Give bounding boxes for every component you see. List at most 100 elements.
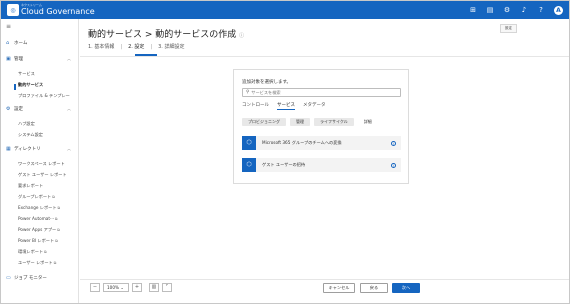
cancel-button[interactable]: キャンセル	[323, 283, 355, 293]
cube-icon: ⬡	[242, 136, 256, 150]
sidebar-item-label: 環境レポート	[18, 249, 44, 254]
filter-management[interactable]: 管理	[290, 118, 310, 126]
sidebar-item-label: ディレクトリ	[14, 147, 41, 152]
service-label: ゲスト ユーザーの招待	[262, 162, 306, 167]
service-item[interactable]: ⬡ ゲスト ユーザーの招待 i	[242, 158, 401, 172]
sidebar-item-environment-report[interactable]: 環境レポート⧉	[18, 248, 47, 255]
info-icon[interactable]: i	[391, 140, 396, 146]
zoom-select[interactable]: 100% ⌄	[103, 283, 129, 292]
logo-subtitle: ネクストリーム	[21, 3, 42, 7]
external-link-icon: ⧉	[57, 228, 60, 232]
zoom-value: 100%	[107, 285, 119, 290]
next-button[interactable]: 次へ	[392, 283, 420, 293]
search-input[interactable]	[251, 89, 392, 96]
sidebar-item-exchange-report[interactable]: Exchange レポート⧉	[18, 204, 60, 211]
sidebar-item-directory[interactable]: ▦ ディレクトリ ︿	[1, 145, 79, 153]
manage-icon: ▣	[6, 56, 11, 62]
hamburger-icon[interactable]: ≡	[6, 23, 11, 30]
panel-heading: 追加対象を選択します。	[242, 80, 292, 85]
help-icon[interactable]: ?	[537, 6, 545, 14]
layout-icon[interactable]: ▥	[149, 283, 159, 292]
external-link-icon: ⧉	[52, 195, 55, 199]
sidebar-item-label: Power BI レポート	[18, 238, 55, 243]
app-logo[interactable]: ◎ ネクストリーム Cloud Governance	[7, 4, 95, 16]
logo-icon: ◎	[7, 4, 19, 16]
zoom-control: − 100% ⌄ + ▥ ⌜	[90, 283, 172, 292]
external-link-icon: ⧉	[55, 217, 58, 221]
step-separator: |	[150, 43, 153, 50]
sidebar-item-services[interactable]: サービス	[18, 70, 35, 77]
fit-icon[interactable]: ⌜	[162, 283, 172, 292]
wizard-steps: 1. 基本情報 | 2. 設定 | 3. 詳細設定	[88, 43, 185, 51]
sidebar-item-home[interactable]: ⌂ ホーム	[1, 39, 79, 47]
bell-icon[interactable]: ♪	[520, 6, 528, 14]
chevron-up-icon: ︿	[67, 106, 71, 111]
divider	[80, 56, 569, 57]
sidebar: ≡ ⌂ ホーム ▣ 管理 ︿ サービス 動的サービス プロファイル & テンプレ…	[1, 19, 79, 303]
filter-provisioning[interactable]: プロビジョニング	[242, 118, 286, 126]
filter-details[interactable]: 詳細	[358, 118, 378, 126]
sidebar-item-power-automate[interactable]: Power Automat···⧉	[18, 215, 58, 222]
avatar[interactable]: A	[554, 5, 563, 15]
service-item[interactable]: ⬡ Microsoft 365 グループのチームへの変換 i	[242, 136, 401, 150]
gear-icon: ⚙	[6, 106, 11, 112]
monitor-icon: ▭	[6, 275, 11, 281]
add-target-panel: 追加対象を選択します。 ⚲ コントロール サービス メタデータ プロビジョニング…	[233, 69, 409, 184]
external-link-icon: ⧉	[44, 250, 47, 254]
search-box[interactable]: ⚲	[242, 88, 401, 97]
back-button[interactable]: 戻る	[360, 283, 388, 293]
grid-icon[interactable]: ⊞	[469, 6, 477, 14]
sidebar-item-system-settings[interactable]: システム設定	[18, 131, 43, 138]
info-icon[interactable]: ⓘ	[239, 33, 244, 39]
step-advanced-settings[interactable]: 3. 詳細設定	[158, 43, 184, 50]
cube-icon: ⬡	[242, 158, 256, 172]
tab-metadata[interactable]: メタデータ	[303, 102, 326, 110]
document-icon[interactable]: ▤	[486, 6, 494, 14]
search-icon: ⚲	[246, 90, 250, 95]
zoom-in-button[interactable]: +	[132, 283, 142, 292]
sidebar-item-profiles-templates[interactable]: プロファイル & テンプレー	[18, 92, 70, 99]
page-title: 動的サービス > 動的サービスの作成 ⓘ	[88, 27, 244, 40]
page-title-text: 動的サービス > 動的サービスの作成	[88, 30, 237, 40]
gear-icon[interactable]: ⚙	[503, 6, 511, 14]
settings-tooltip: 設定	[500, 24, 517, 33]
sidebar-item-request-report[interactable]: 要求レポート	[18, 182, 43, 189]
sidebar-item-label: ユーザー レポート	[18, 260, 53, 265]
sidebar-item-label: Exchange レポート	[18, 205, 57, 210]
tab-controls[interactable]: コントロール	[242, 102, 269, 110]
active-indicator	[14, 84, 16, 90]
sidebar-item-user-report[interactable]: ユーザー レポート⧉	[18, 259, 56, 266]
sidebar-item-guest-user-report[interactable]: ゲスト ユーザー レポート	[18, 171, 67, 178]
sidebar-item-label: Power Apps アプー	[18, 227, 57, 232]
sidebar-item-label: ホーム	[14, 41, 28, 46]
sidebar-item-power-apps[interactable]: Power Apps アプー⧉	[18, 226, 60, 233]
sidebar-item-label: 管理	[14, 57, 23, 62]
sidebar-item-settings[interactable]: ⚙ 設定 ︿	[1, 105, 79, 113]
sidebar-item-manage[interactable]: ▣ 管理 ︿	[1, 55, 79, 63]
chevron-up-icon: ︿	[67, 56, 71, 61]
external-link-icon: ⧉	[55, 239, 58, 243]
info-icon[interactable]: i	[391, 162, 396, 168]
sidebar-item-label: Power Automat···	[18, 216, 54, 221]
sidebar-item-group-report[interactable]: グループレポート⧉	[18, 193, 55, 200]
sidebar-item-job-monitor[interactable]: ▭ ジョブ モニター	[1, 274, 79, 282]
footer-divider	[80, 279, 569, 280]
sidebar-item-workspace-report[interactable]: ワークスペース レポート	[18, 160, 65, 167]
sidebar-item-label: グループレポート	[18, 194, 52, 199]
zoom-out-button[interactable]: −	[90, 283, 100, 292]
app-name: Cloud Governance	[21, 7, 95, 16]
tab-services[interactable]: サービス	[277, 102, 295, 110]
service-label: Microsoft 365 グループのチームへの変換	[262, 140, 342, 145]
step-settings[interactable]: 2. 設定	[128, 43, 144, 50]
sidebar-item-hub-settings[interactable]: ハブ設定	[18, 120, 35, 127]
top-bar: ◎ ネクストリーム Cloud Governance ⊞ ▤ ⚙ ♪ ? A	[1, 1, 569, 19]
step-separator: |	[120, 43, 123, 50]
external-link-icon: ⧉	[53, 261, 57, 265]
chevron-up-icon: ︿	[67, 146, 71, 151]
sidebar-item-power-bi-report[interactable]: Power BI レポート⧉	[18, 237, 58, 244]
panel-tabs: コントロール サービス メタデータ	[242, 102, 326, 110]
filter-lifecycle[interactable]: ライフサイクル	[314, 118, 354, 126]
step-basic-info[interactable]: 1. 基本情報	[88, 43, 114, 50]
sidebar-item-dynamic-services[interactable]: 動的サービス	[18, 81, 43, 88]
external-link-icon: ⧉	[57, 206, 61, 210]
